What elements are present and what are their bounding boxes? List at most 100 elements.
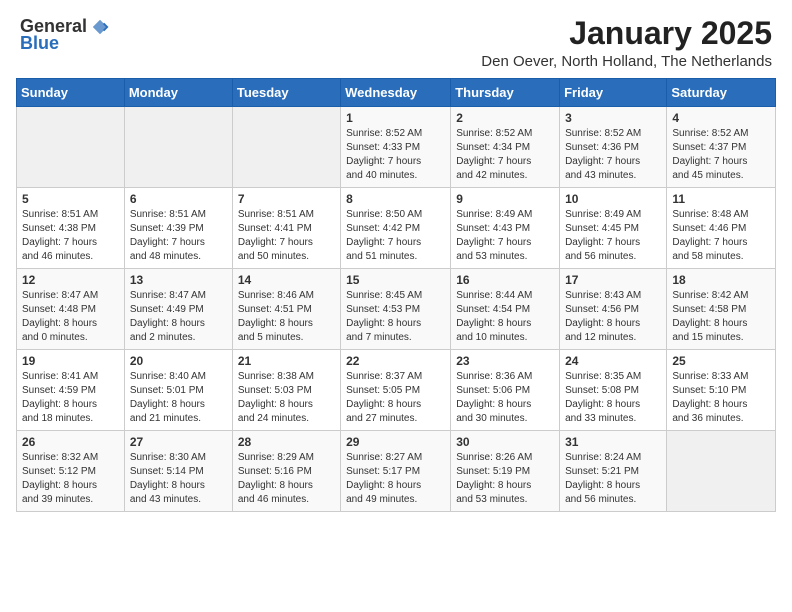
cell-content: Sunrise: 8:27 AM Sunset: 5:17 PM Dayligh… — [346, 451, 445, 507]
cell-content: Sunrise: 8:47 AM Sunset: 4:49 PM Dayligh… — [130, 289, 227, 345]
cell-content: Sunrise: 8:51 AM Sunset: 4:39 PM Dayligh… — [130, 208, 227, 264]
week-row-5: 26 Sunrise: 8:32 AM Sunset: 5:12 PM Dayli… — [17, 431, 776, 512]
day-number: 8 — [346, 192, 445, 206]
calendar-wrapper: SundayMondayTuesdayWednesdayThursdayFrid… — [0, 78, 792, 528]
cell-content: Sunrise: 8:52 AM Sunset: 4:33 PM Dayligh… — [346, 127, 445, 183]
cell-content: Sunrise: 8:29 AM Sunset: 5:16 PM Dayligh… — [238, 451, 335, 507]
day-header-saturday: Saturday — [667, 79, 776, 107]
day-number: 2 — [456, 111, 554, 125]
week-row-2: 5 Sunrise: 8:51 AM Sunset: 4:38 PM Daylig… — [17, 188, 776, 269]
day-number: 15 — [346, 273, 445, 287]
calendar-cell: 4 Sunrise: 8:52 AM Sunset: 4:37 PM Daylig… — [667, 107, 776, 188]
day-number: 19 — [22, 354, 119, 368]
day-number: 14 — [238, 273, 335, 287]
cell-content: Sunrise: 8:42 AM Sunset: 4:58 PM Dayligh… — [672, 289, 770, 345]
cell-content: Sunrise: 8:40 AM Sunset: 5:01 PM Dayligh… — [130, 370, 227, 426]
cell-content: Sunrise: 8:52 AM Sunset: 4:36 PM Dayligh… — [565, 127, 661, 183]
day-number: 5 — [22, 192, 119, 206]
day-number: 10 — [565, 192, 661, 206]
day-header-tuesday: Tuesday — [232, 79, 340, 107]
calendar-cell: 20 Sunrise: 8:40 AM Sunset: 5:01 PM Dayli… — [124, 350, 232, 431]
calendar-cell: 27 Sunrise: 8:30 AM Sunset: 5:14 PM Dayli… — [124, 431, 232, 512]
day-number: 23 — [456, 354, 554, 368]
day-number: 30 — [456, 435, 554, 449]
logo-blue: Blue — [20, 33, 59, 54]
cell-content: Sunrise: 8:30 AM Sunset: 5:14 PM Dayligh… — [130, 451, 227, 507]
cell-content: Sunrise: 8:51 AM Sunset: 4:41 PM Dayligh… — [238, 208, 335, 264]
calendar-cell — [17, 107, 125, 188]
day-header-friday: Friday — [560, 79, 667, 107]
day-number: 25 — [672, 354, 770, 368]
calendar-cell: 28 Sunrise: 8:29 AM Sunset: 5:16 PM Dayli… — [232, 431, 340, 512]
calendar-cell: 3 Sunrise: 8:52 AM Sunset: 4:36 PM Daylig… — [560, 107, 667, 188]
title-block: January 2025 Den Oever, North Holland, T… — [481, 16, 772, 70]
day-header-monday: Monday — [124, 79, 232, 107]
day-number: 12 — [22, 273, 119, 287]
day-number: 29 — [346, 435, 445, 449]
logo-icon — [91, 18, 109, 36]
cell-content: Sunrise: 8:32 AM Sunset: 5:12 PM Dayligh… — [22, 451, 119, 507]
calendar-cell: 15Sunrise: 8:45 AM Sunset: 4:53 PM Dayli… — [341, 269, 451, 350]
cell-content: Sunrise: 8:35 AM Sunset: 5:08 PM Dayligh… — [565, 370, 661, 426]
calendar-cell: 31 Sunrise: 8:24 AM Sunset: 5:21 PM Dayli… — [560, 431, 667, 512]
calendar-cell: 21 Sunrise: 8:38 AM Sunset: 5:03 PM Dayli… — [232, 350, 340, 431]
calendar-cell: 16 Sunrise: 8:44 AM Sunset: 4:54 PM Dayli… — [451, 269, 560, 350]
calendar-cell: 25 Sunrise: 8:33 AM Sunset: 5:10 PM Dayli… — [667, 350, 776, 431]
day-number: 21 — [238, 354, 335, 368]
week-row-3: 12 Sunrise: 8:47 AM Sunset: 4:48 PM Dayli… — [17, 269, 776, 350]
day-number: 13 — [130, 273, 227, 287]
day-number: 20 — [130, 354, 227, 368]
cell-content: Sunrise: 8:47 AM Sunset: 4:48 PM Dayligh… — [22, 289, 119, 345]
day-header-sunday: Sunday — [17, 79, 125, 107]
day-number: 22 — [346, 354, 445, 368]
cell-content: Sunrise: 8:33 AM Sunset: 5:10 PM Dayligh… — [672, 370, 770, 426]
day-number: 16 — [456, 273, 554, 287]
calendar-cell: 2 Sunrise: 8:52 AM Sunset: 4:34 PM Daylig… — [451, 107, 560, 188]
calendar-cell: 13 Sunrise: 8:47 AM Sunset: 4:49 PM Dayli… — [124, 269, 232, 350]
day-number: 26 — [22, 435, 119, 449]
cell-content: Sunrise: 8:24 AM Sunset: 5:21 PM Dayligh… — [565, 451, 661, 507]
location-title: Den Oever, North Holland, The Netherland… — [481, 53, 772, 70]
calendar-cell — [667, 431, 776, 512]
day-number: 31 — [565, 435, 661, 449]
day-number: 4 — [672, 111, 770, 125]
day-number: 27 — [130, 435, 227, 449]
day-number: 17 — [565, 273, 661, 287]
week-row-4: 19 Sunrise: 8:41 AM Sunset: 4:59 PM Dayli… — [17, 350, 776, 431]
cell-content: Sunrise: 8:44 AM Sunset: 4:54 PM Dayligh… — [456, 289, 554, 345]
day-number: 24 — [565, 354, 661, 368]
calendar-cell: 1Sunrise: 8:52 AM Sunset: 4:33 PM Daylig… — [341, 107, 451, 188]
cell-content: Sunrise: 8:43 AM Sunset: 4:56 PM Dayligh… — [565, 289, 661, 345]
calendar-cell — [124, 107, 232, 188]
day-number: 3 — [565, 111, 661, 125]
cell-content: Sunrise: 8:41 AM Sunset: 4:59 PM Dayligh… — [22, 370, 119, 426]
calendar-cell: 17 Sunrise: 8:43 AM Sunset: 4:56 PM Dayli… — [560, 269, 667, 350]
cell-content: Sunrise: 8:26 AM Sunset: 5:19 PM Dayligh… — [456, 451, 554, 507]
cell-content: Sunrise: 8:50 AM Sunset: 4:42 PM Dayligh… — [346, 208, 445, 264]
day-number: 18 — [672, 273, 770, 287]
calendar-cell: 23Sunrise: 8:36 AM Sunset: 5:06 PM Dayli… — [451, 350, 560, 431]
calendar-cell: 19 Sunrise: 8:41 AM Sunset: 4:59 PM Dayli… — [17, 350, 125, 431]
day-header-thursday: Thursday — [451, 79, 560, 107]
calendar-cell: 14Sunrise: 8:46 AM Sunset: 4:51 PM Dayli… — [232, 269, 340, 350]
calendar-cell: 6Sunrise: 8:51 AM Sunset: 4:39 PM Daylig… — [124, 188, 232, 269]
day-header-wednesday: Wednesday — [341, 79, 451, 107]
cell-content: Sunrise: 8:49 AM Sunset: 4:45 PM Dayligh… — [565, 208, 661, 264]
cell-content: Sunrise: 8:37 AM Sunset: 5:05 PM Dayligh… — [346, 370, 445, 426]
cell-content: Sunrise: 8:52 AM Sunset: 4:37 PM Dayligh… — [672, 127, 770, 183]
calendar-cell: 11 Sunrise: 8:48 AM Sunset: 4:46 PM Dayli… — [667, 188, 776, 269]
cell-content: Sunrise: 8:38 AM Sunset: 5:03 PM Dayligh… — [238, 370, 335, 426]
day-number: 9 — [456, 192, 554, 206]
calendar-cell: 30 Sunrise: 8:26 AM Sunset: 5:19 PM Dayli… — [451, 431, 560, 512]
week-row-1: 1Sunrise: 8:52 AM Sunset: 4:33 PM Daylig… — [17, 107, 776, 188]
day-number: 28 — [238, 435, 335, 449]
calendar-cell: 9Sunrise: 8:49 AM Sunset: 4:43 PM Daylig… — [451, 188, 560, 269]
cell-content: Sunrise: 8:51 AM Sunset: 4:38 PM Dayligh… — [22, 208, 119, 264]
cell-content: Sunrise: 8:48 AM Sunset: 4:46 PM Dayligh… — [672, 208, 770, 264]
cell-content: Sunrise: 8:52 AM Sunset: 4:34 PM Dayligh… — [456, 127, 554, 183]
calendar-cell: 8 Sunrise: 8:50 AM Sunset: 4:42 PM Daylig… — [341, 188, 451, 269]
calendar-cell: 18 Sunrise: 8:42 AM Sunset: 4:58 PM Dayli… — [667, 269, 776, 350]
calendar-cell: 26 Sunrise: 8:32 AM Sunset: 5:12 PM Dayli… — [17, 431, 125, 512]
day-number: 11 — [672, 192, 770, 206]
calendar-cell: 29 Sunrise: 8:27 AM Sunset: 5:17 PM Dayli… — [341, 431, 451, 512]
